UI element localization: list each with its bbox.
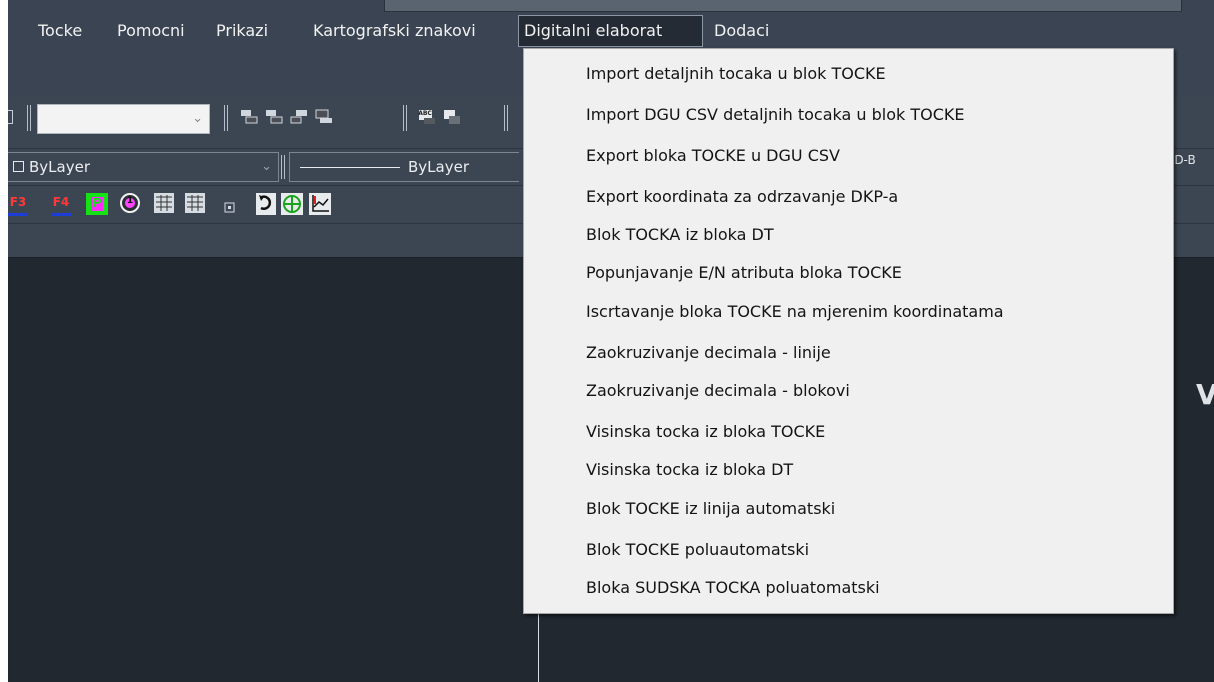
rotate-icon[interactable]	[256, 193, 276, 215]
dropdown-item-sudska-tocka[interactable]: Bloka SUDSKA TOCKA poluatomatski	[586, 574, 880, 602]
point-box-icon[interactable]	[224, 199, 236, 213]
dropdown-item-blok-tocka-dt[interactable]: Blok TOCKA iz bloka DT	[586, 221, 774, 249]
dropdown-item-visinska-tocke[interactable]: Visinska tocka iz bloka TOCKE	[586, 418, 825, 446]
menu-prikazi[interactable]: Prikazi	[211, 15, 273, 47]
lineweight-value: ByLayer	[408, 158, 469, 176]
d-b-icon[interactable]: D-B	[1170, 154, 1200, 167]
chevron-down-icon: ⌄	[192, 111, 203, 126]
style-combo[interactable]: ⌄	[37, 104, 210, 134]
toolbar-grip[interactable]	[503, 105, 509, 131]
small-square-icon[interactable]	[8, 110, 13, 124]
toolbar-grip[interactable]	[223, 105, 229, 131]
line-sample	[300, 167, 400, 168]
menu-bar: Tocke Pomocni Prikazi Kartografski znako…	[8, 15, 1214, 47]
f3-icon[interactable]: F3	[8, 195, 28, 216]
cad-application-window: Tocke Pomocni Prikazi Kartografski znako…	[8, 0, 1214, 682]
lineweight-combo[interactable]: ByLayer	[289, 152, 519, 182]
dropdown-item-export-koordinata[interactable]: Export koordinata za odrzavanje DKP-a	[586, 183, 898, 211]
circle-one-icon[interactable]: 1	[120, 193, 140, 213]
toolbar-grip[interactable]	[280, 155, 286, 179]
dropdown-item-export-dgu-csv[interactable]: Export bloka TOCKE u DGU CSV	[586, 142, 840, 170]
menu-dodaci[interactable]: Dodaci	[709, 15, 774, 47]
chevron-down-icon: ⌄	[261, 159, 272, 174]
grid-table-icon[interactable]	[185, 193, 205, 213]
menu-digitalni-elaborat[interactable]: Digitalni elaborat	[518, 15, 703, 47]
dropdown-item-zaokruzivanje-blokovi[interactable]: Zaokruzivanje decimala - blokovi	[586, 377, 850, 405]
draworder-front-icon[interactable]	[240, 109, 258, 125]
dropdown-item-import-dgu-csv[interactable]: Import DGU CSV detaljnih tocaka u blok T…	[586, 101, 965, 129]
dropdown-item-visinska-dt[interactable]: Visinska tocka iz bloka DT	[586, 456, 793, 484]
menu-pomocni[interactable]: Pomocni	[112, 15, 190, 47]
title-bar-segment	[384, 0, 1182, 12]
p-layer-icon[interactable]: P	[86, 193, 108, 215]
title-strip	[8, 0, 1214, 15]
text-front-icon[interactable]: ABC	[418, 109, 436, 125]
f3-label: F3	[9, 195, 27, 209]
menu-tocke[interactable]: Tocke	[33, 15, 87, 47]
dropdown-item-iscrtavanje[interactable]: Iscrtavanje bloka TOCKE na mjerenim koor…	[586, 298, 1004, 326]
dropdown-item-zaokruzivanje-linije[interactable]: Zaokruzivanje decimala - linije	[586, 339, 831, 367]
dropdown-item-blok-poluautomatski[interactable]: Blok TOCKE poluautomatski	[586, 536, 809, 564]
dropdown-item-popunjavanje-en[interactable]: Popunjavanje E/N atributa bloka TOCKE	[586, 259, 902, 287]
dropdown-item-blok-linija-automatski[interactable]: Blok TOCKE iz linija automatski	[586, 495, 835, 523]
draworder-back-icon[interactable]	[265, 109, 283, 125]
toolbar-separator	[402, 105, 407, 131]
linetype-value: ByLayer	[29, 158, 90, 176]
draworder-under-icon[interactable]	[315, 109, 333, 125]
linetype-combo[interactable]: ByLayer ⌄	[8, 152, 279, 182]
digitalni-elaborat-dropdown: Import detaljnih tocaka u blok TOCKE Imp…	[523, 48, 1174, 614]
toolbar-grip[interactable]	[26, 105, 32, 131]
bring-to-front-icon[interactable]	[443, 109, 461, 125]
menu-kartografski-znakovi[interactable]: Kartografski znakovi	[308, 15, 481, 47]
f4-icon[interactable]: F4	[51, 195, 71, 216]
one-label: 1	[126, 196, 134, 206]
dropdown-item-import-detaljnih[interactable]: Import detaljnih tocaka u blok TOCKE	[586, 60, 886, 88]
grid-table-icon[interactable]	[154, 193, 174, 213]
abc-label: ABC	[418, 110, 432, 117]
p-label: P	[92, 196, 102, 210]
canvas-edge-glyph: V	[1196, 378, 1214, 411]
checkbox-icon	[13, 161, 24, 172]
f4-label: F4	[52, 195, 70, 209]
draworder-above-icon[interactable]	[290, 109, 308, 125]
move-icon[interactable]	[281, 193, 303, 215]
profile-icon[interactable]	[309, 193, 331, 215]
